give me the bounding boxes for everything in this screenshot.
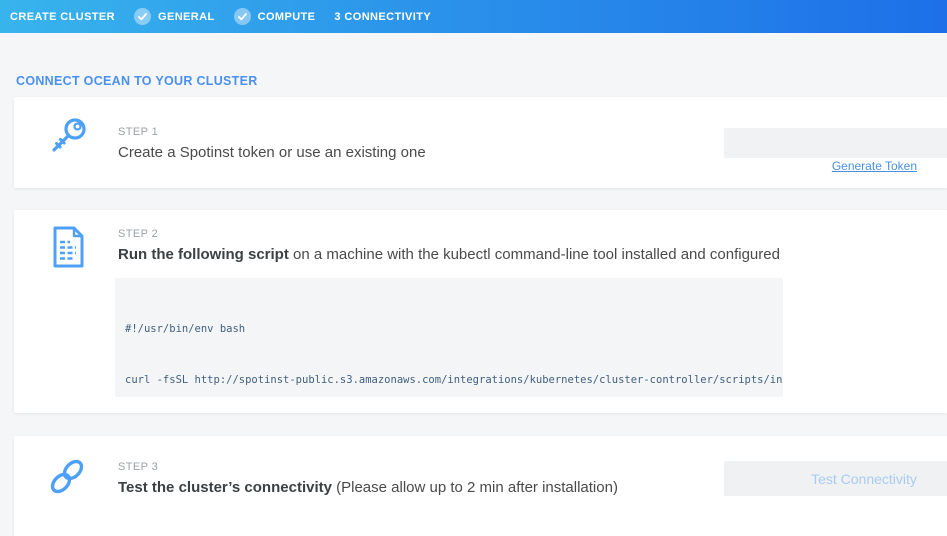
tab-connectivity[interactable]: 3 CONNECTIVITY xyxy=(334,11,431,23)
step3-title-rest: (Please allow up to 2 min after installa… xyxy=(332,479,618,496)
create-cluster-label: CREATE CLUSTER xyxy=(10,11,115,23)
page-title: CONNECT OCEAN TO YOUR CLUSTER xyxy=(16,74,258,88)
checkmark-icon xyxy=(134,8,151,25)
tab-general-label: GENERAL xyxy=(158,11,215,23)
wizard-header: CREATE CLUSTER GENERAL COMPUTE 3 CONNECT… xyxy=(0,0,947,33)
header-create-cluster-label: CREATE CLUSTER xyxy=(10,11,115,23)
test-connectivity-button[interactable]: Test Connectivity xyxy=(724,461,947,496)
script-line-curl: curl -fsSL http://spotinst-public.s3.ama… xyxy=(125,372,773,389)
step1-label: STEP 1 xyxy=(118,126,158,138)
step2-title: Run the following script on a machine wi… xyxy=(118,246,780,263)
tab-connectivity-label: 3 CONNECTIVITY xyxy=(334,11,431,23)
step2-card: STEP 2 Run the following script on a mac… xyxy=(14,210,947,413)
tab-general[interactable]: GENERAL xyxy=(134,8,215,25)
step2-title-rest: on a machine with the kubectl command-li… xyxy=(289,246,780,263)
step1-title: Create a Spotinst token or use an existi… xyxy=(118,144,426,161)
step2-title-bold: Run the following script xyxy=(118,246,289,263)
step3-card: STEP 3 Test the cluster’s connectivity (… xyxy=(14,436,947,536)
key-icon xyxy=(47,115,89,166)
step3-title: Test the cluster’s connectivity (Please … xyxy=(118,479,618,496)
step3-title-bold: Test the cluster’s connectivity xyxy=(118,479,332,496)
link-icon xyxy=(47,456,87,505)
tab-compute[interactable]: COMPUTE xyxy=(234,8,316,25)
script-line-shebang: #!/usr/bin/env bash xyxy=(125,321,773,338)
generate-token-link[interactable]: Generate Token xyxy=(832,159,917,173)
step3-label: STEP 3 xyxy=(118,461,158,473)
step1-card: STEP 1 Create a Spotinst token or use an… xyxy=(14,97,947,188)
tab-compute-label: COMPUTE xyxy=(258,11,316,23)
token-input[interactable] xyxy=(724,128,947,158)
create-cluster-screen: CREATE CLUSTER GENERAL COMPUTE 3 CONNECT… xyxy=(0,0,947,518)
step2-label: STEP 2 xyxy=(118,228,158,240)
script-document-icon xyxy=(50,225,86,274)
install-script-code-block[interactable]: #!/usr/bin/env bash curl -fsSL http://sp… xyxy=(115,278,783,397)
checkmark-icon xyxy=(234,8,251,25)
